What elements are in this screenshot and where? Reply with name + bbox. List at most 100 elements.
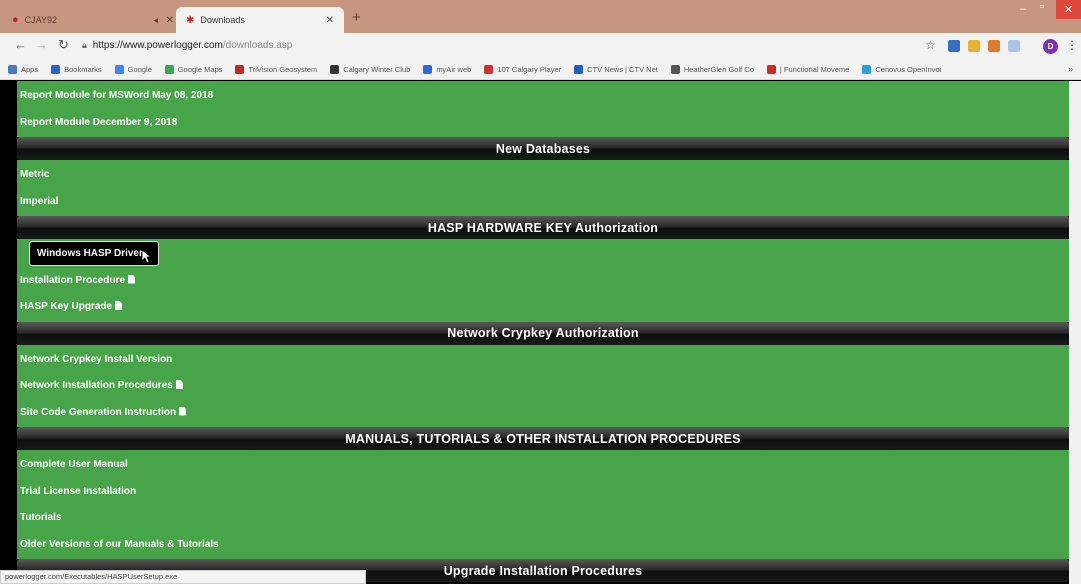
bookmark-item[interactable]: Calgary Winter Club [330, 65, 410, 74]
bookmark-item[interactable]: Google [114, 65, 152, 74]
download-link[interactable]: HASP Key Upgrade [20, 301, 123, 312]
powerlogger-favicon-icon: ✱ [186, 14, 195, 26]
bookmark-label: 107 Calgary Player [497, 65, 562, 74]
bookmark-item[interactable]: Bookmarks [51, 65, 102, 74]
bookmark-star-icon[interactable]: ☆ [925, 38, 936, 52]
url-host: https://www.powerlogger.com [92, 40, 223, 51]
profile-avatar[interactable]: D [1043, 39, 1058, 54]
ctv-icon [574, 65, 584, 74]
download-link-label: Tutorials [20, 512, 62, 523]
bookmark-label: Google [127, 65, 152, 74]
download-link[interactable]: Older Versions of our Manuals & Tutorial… [20, 539, 219, 550]
address-bar[interactable]: 🔒︎ https://www.powerlogger.com/downloads… [82, 36, 942, 55]
download-link[interactable]: Site Code Generation Instruction [20, 406, 187, 418]
download-link-label: Metric [20, 169, 50, 180]
download-link[interactable]: Network Crypkey Install Version [20, 354, 172, 365]
calgary-club-icon [330, 65, 340, 74]
bookmark-item[interactable]: CTV News | CTV Net [574, 65, 658, 74]
download-link[interactable]: Report Module December 9, 2018 [20, 117, 177, 128]
bookmark-item[interactable]: Apps [8, 65, 38, 74]
bookmark-label: | Functional Moveme [779, 65, 850, 74]
download-link[interactable]: Complete User Manual [20, 459, 128, 470]
extension-icon[interactable] [988, 40, 1000, 52]
tab-title: Downloads [200, 15, 245, 25]
download-link[interactable]: Network Installation Procedures [20, 380, 183, 391]
cjay92-favicon-icon: ● [12, 14, 19, 26]
browser-toolbar: ← → ↻ 🔒︎ https://www.powerlogger.com/dow… [0, 33, 1081, 60]
bookmark-item[interactable]: | Functional Moveme [766, 65, 850, 74]
bookmark-label: Google Maps [177, 65, 223, 74]
bookmark-label: Bookmarks [64, 65, 102, 74]
bookmark-item[interactable]: 107 Calgary Player [484, 65, 561, 74]
document-icon [179, 406, 187, 416]
maps-icon [164, 65, 174, 74]
download-link-label: Imperial [20, 195, 59, 207]
download-link[interactable]: Tutorials [20, 512, 61, 523]
tab-cjay92[interactable]: ● CJAY92 ◂ ✕ [12, 7, 192, 33]
bookmark-label: myAir web [436, 65, 472, 74]
download-link[interactable]: Imperial [20, 196, 58, 207]
menu-icon[interactable]: ⋮ [1066, 38, 1078, 52]
bookmark-item[interactable]: myAir web [423, 65, 471, 74]
tab-downloads[interactable]: ✱ Downloads ✕ [176, 7, 344, 33]
new-tab-button[interactable]: + [352, 10, 361, 26]
audio-icon[interactable]: ◂ [153, 15, 158, 26]
bookmark-item[interactable]: TriVision Geosystem [235, 65, 317, 74]
extension-icon[interactable] [1008, 40, 1020, 52]
extension-icon[interactable] [968, 40, 980, 52]
page-scrollbar[interactable] [1069, 81, 1081, 584]
link-status-bar: powerlogger.com/Executables/HASPUserSetu… [0, 570, 366, 584]
download-link[interactable]: Trial License Installation [20, 486, 136, 497]
page-content: Report Module for MSWord May 08, 2018 Rep… [0, 81, 1081, 584]
close-tab-icon[interactable]: ✕ [166, 15, 174, 26]
download-link-label: Network Installation Procedures [20, 380, 173, 391]
download-link[interactable]: Windows HASP Driver [37, 248, 143, 259]
document-icon [128, 274, 136, 284]
download-link[interactable]: Installation Procedure [20, 274, 136, 286]
bookmarks-bar: Apps Bookmarks Google Google Maps TriVision … [0, 60, 1081, 80]
bookmark-label: Cenovus OpenInvoi [875, 65, 942, 74]
bookmark-label: CTV News | CTV Net [587, 65, 658, 74]
mouse-cursor-icon [142, 250, 152, 264]
download-link-label: Older Versions of our Manuals & Tutorial… [20, 538, 219, 550]
download-link-label: Report Module for MSWord May 08, 2018 [20, 90, 214, 101]
download-link[interactable]: Metric [20, 169, 49, 180]
section-header: New Databases [17, 137, 1069, 160]
lock-icon: 🔒︎ [82, 40, 87, 50]
maximize-window-button[interactable]: ▫ [1040, 1, 1044, 13]
golf-icon [670, 65, 680, 74]
bookmark-label: HeatherGlen Golf Co [683, 65, 754, 74]
bookmark-item[interactable]: Cenovus OpenInvoi [862, 65, 941, 74]
download-link[interactable]: Report Module for MSWord May 08, 2018 [20, 90, 213, 101]
tab-title: CJAY92 [24, 15, 58, 25]
extension-icon[interactable] [948, 40, 960, 52]
forward-button[interactable]: → [35, 37, 48, 52]
download-link-label: Trial License Installation [20, 485, 137, 497]
radio-icon [484, 65, 494, 74]
trivision-icon [235, 65, 245, 74]
bookmark-item[interactable]: Google Maps [164, 65, 223, 74]
url-path: /downloads.asp [222, 40, 293, 51]
star-icon [51, 65, 61, 74]
section-header: Network Crypkey Authorization [17, 321, 1069, 345]
download-link-label: HASP Key Upgrade [20, 301, 113, 312]
close-tab-icon[interactable]: ✕ [326, 15, 334, 26]
download-link-label: Complete User Manual [20, 459, 128, 470]
apps-grid-icon [8, 65, 17, 74]
download-link-label: Site Code Generation Instruction [20, 406, 177, 418]
link-section [17, 160, 1069, 216]
bookmark-label: Apps [21, 65, 39, 74]
link-section [17, 239, 1069, 322]
download-link-label: Report Module December 9, 2018 [20, 116, 178, 128]
cenovus-icon [862, 65, 872, 74]
close-window-button[interactable]: ✕ [1056, 0, 1081, 19]
section-header: HASP HARDWARE KEY Authorization [17, 216, 1069, 239]
bookmark-label: TriVision Geosystem [248, 65, 318, 74]
minimize-window-button[interactable]: – [1020, 3, 1026, 15]
reload-button[interactable]: ↻ [58, 37, 69, 53]
back-button[interactable]: ← [14, 37, 27, 52]
bookmark-item[interactable]: HeatherGlen Golf Co [670, 65, 754, 74]
more-bookmarks-icon[interactable]: » [1068, 64, 1073, 74]
document-icon [175, 380, 183, 389]
download-link-hover[interactable]: Windows HASP Driver [30, 242, 158, 265]
